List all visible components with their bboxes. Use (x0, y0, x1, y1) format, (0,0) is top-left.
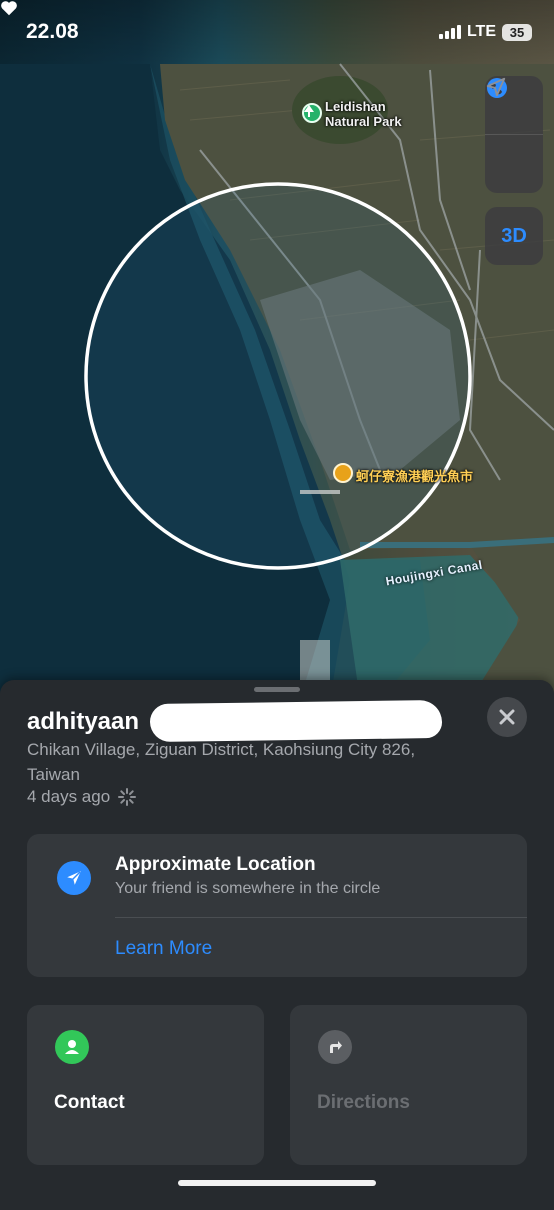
person-name: adhityaan (27, 708, 140, 735)
contact-button[interactable]: Contact (27, 1005, 264, 1165)
park-icon[interactable] (302, 103, 322, 123)
status-time-group: 22.08 (1, 1, 79, 44)
person-address: Chikan Village, Ziguan District, Kaohsiu… (27, 740, 416, 784)
poi-market-label[interactable]: 蚵仔寮漁港觀光魚市 (356, 466, 473, 485)
person-icon (55, 1030, 89, 1064)
location-arrow-icon (486, 77, 506, 97)
status-indicators: LTE 35 (438, 23, 532, 41)
approximate-location-card: Approximate Location Your friend is some… (27, 834, 527, 977)
network-label: LTE (466, 23, 496, 40)
locate-button[interactable] (485, 77, 543, 193)
approximate-location-subtitle: Your friend is somewhere in the circle (115, 880, 381, 897)
home-indicator[interactable] (178, 1180, 376, 1186)
status-bar: 22.08 LTE 35 (0, 0, 554, 64)
learn-more-link[interactable]: Learn More (115, 938, 212, 960)
directions-label: Directions (317, 1092, 410, 1113)
close-button[interactable] (487, 697, 527, 737)
close-icon (499, 709, 515, 725)
last-updated-text: 4 days ago (27, 787, 111, 806)
signal-icon (438, 25, 461, 39)
approximate-location-title: Approximate Location (115, 854, 316, 875)
market-icon[interactable] (333, 463, 353, 483)
person-detail-sheet: adhityaan Chikan Village, Ziguan Distric… (0, 680, 554, 1210)
last-updated: 4 days ago (27, 787, 137, 807)
divider (115, 917, 527, 918)
sheet-grabber[interactable] (254, 687, 300, 692)
battery-level: 35 (509, 24, 525, 40)
3d-button[interactable]: 3D (485, 207, 543, 265)
directions-button[interactable]: Directions (290, 1005, 527, 1165)
contact-label: Contact (54, 1092, 125, 1113)
status-time: 22.08 (26, 20, 79, 43)
redaction-scribble (149, 699, 443, 743)
heart-icon (1, 1, 17, 16)
map-controls-group (485, 76, 543, 193)
map-view[interactable]: 22.08 LTE 35 3D Leidishan Natural Park 蚵… (0, 0, 554, 700)
battery-icon: 35 (502, 23, 532, 41)
satellite-map (0, 63, 554, 700)
map-3d-group: 3D (485, 207, 543, 265)
poi-park-label[interactable]: Leidishan Natural Park (325, 99, 402, 129)
map-controls: 3D (485, 76, 543, 265)
spinner-icon (118, 788, 137, 806)
airplane-icon (57, 861, 91, 895)
directions-arrow-icon (318, 1030, 352, 1064)
